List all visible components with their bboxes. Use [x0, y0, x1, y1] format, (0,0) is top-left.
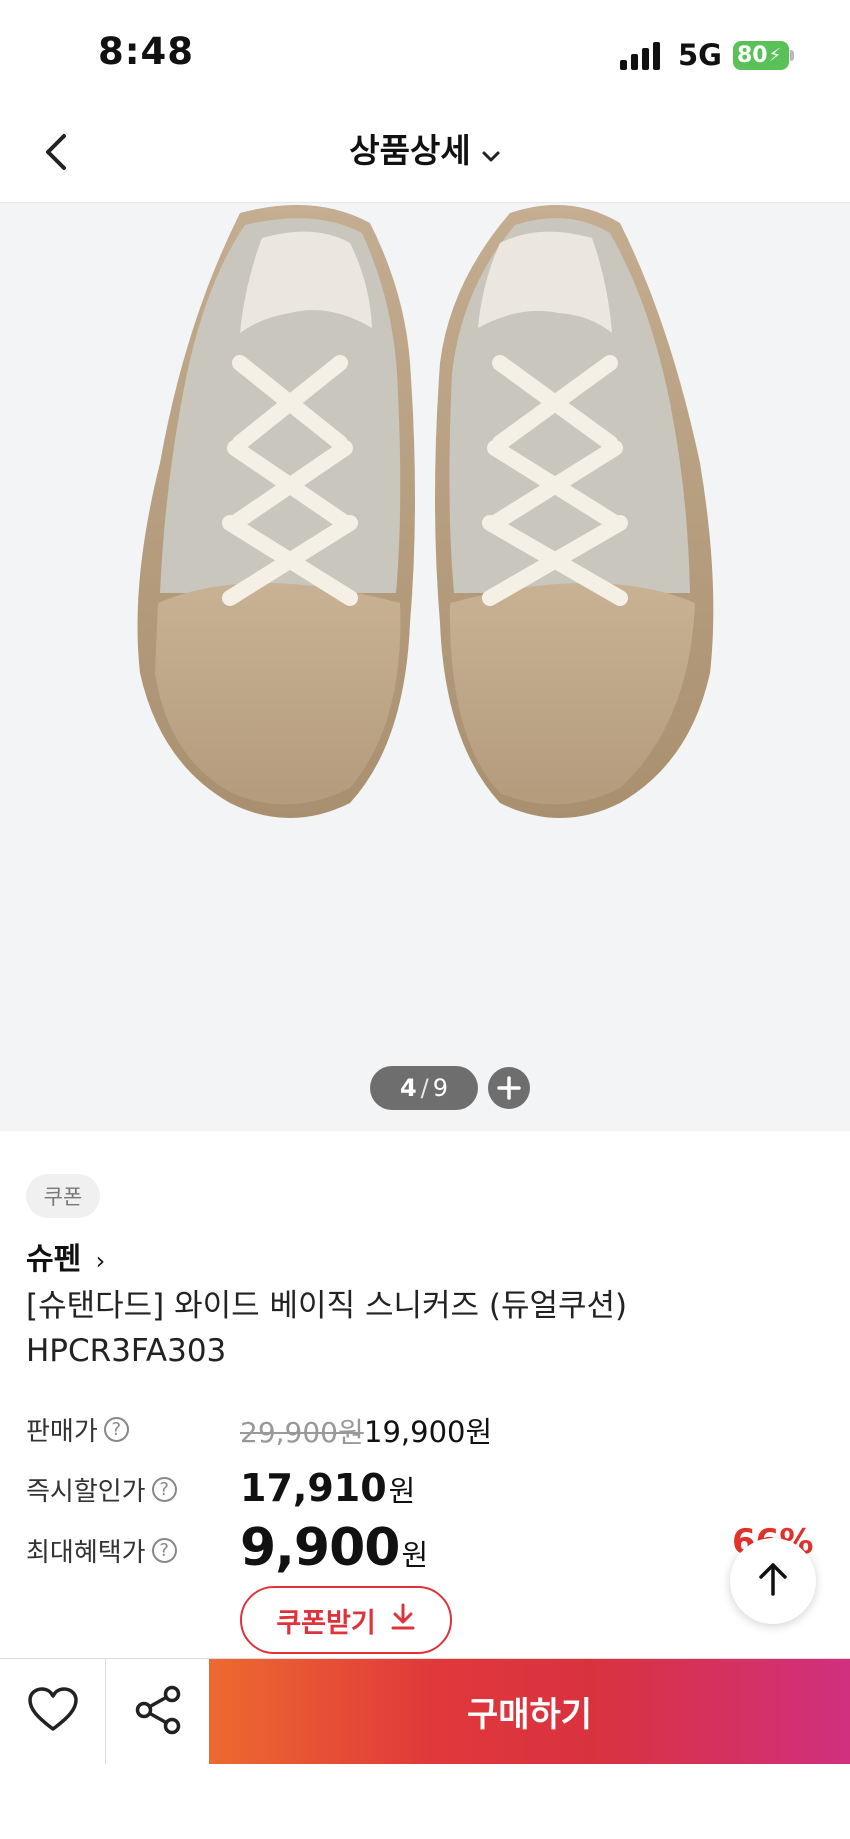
coupon-badge: 쿠폰 — [26, 1174, 100, 1218]
max-benefit-label: 최대혜택가 ? — [26, 1532, 177, 1569]
sale-price: 19,900원 — [364, 1415, 493, 1449]
currency-unit: 원 — [388, 1474, 416, 1508]
arrow-up-icon — [756, 1561, 790, 1601]
status-time: 8:48 — [98, 30, 195, 73]
sale-price-label-text: 판매가 — [26, 1417, 98, 1447]
brand-name: 슈펜 — [26, 1242, 82, 1277]
original-price: 29,900원 — [240, 1416, 364, 1449]
charging-icon: ⚡ — [768, 45, 782, 66]
brand-link[interactable]: 슈펜 › — [26, 1234, 105, 1278]
page-title-dropdown[interactable]: 상품상세 — [0, 124, 850, 172]
help-icon[interactable]: ? — [151, 1538, 177, 1563]
heart-icon — [27, 1686, 79, 1737]
instant-price: 17,910원 — [240, 1466, 415, 1510]
download-icon — [390, 1603, 416, 1638]
battery-indicator: 80 ⚡ — [733, 41, 789, 70]
plus-icon[interactable] — [488, 1067, 530, 1109]
product-name-line: [슈탠다드] 와이드 베이직 스니커즈 (듀얼쿠션) — [26, 1288, 628, 1324]
help-icon[interactable]: ? — [103, 1417, 129, 1442]
page-title: 상품상세 — [349, 131, 471, 170]
network-type: 5G — [678, 38, 722, 72]
coupon-download-button[interactable]: 쿠폰받기 — [240, 1586, 452, 1654]
scroll-top-button[interactable] — [730, 1538, 816, 1624]
product-name: [슈탠다드] 와이드 베이직 스니커즈 (듀얼쿠션) HPCR3FA303 — [26, 1284, 786, 1374]
share-icon — [134, 1685, 182, 1739]
chevron-right-icon: › — [95, 1247, 106, 1275]
wishlist-button[interactable] — [0, 1659, 106, 1764]
sneakers-illustration — [137, 205, 714, 818]
product-code: HPCR3FA303 — [26, 1333, 227, 1369]
currency-unit: 원 — [401, 1538, 428, 1572]
image-counter-total: 9 — [432, 1074, 449, 1102]
instant-price-label: 즉시할인가 ? — [26, 1471, 177, 1508]
instant-price-value: 17,910 — [240, 1466, 387, 1510]
chevron-down-icon — [481, 133, 501, 172]
max-benefit-price-value: 9,900 — [240, 1518, 400, 1578]
help-icon[interactable]: ? — [151, 1477, 177, 1502]
image-counter: 4/9 — [370, 1066, 478, 1110]
sale-price-label: 판매가 ? — [26, 1411, 129, 1448]
signal-icon — [620, 42, 664, 74]
buy-button[interactable]: 구매하기 — [209, 1659, 850, 1764]
instant-price-label-text: 즉시할인가 — [26, 1477, 146, 1507]
product-image[interactable] — [0, 203, 850, 1131]
coupon-download-label: 쿠폰받기 — [276, 1607, 376, 1639]
max-benefit-price: 9,900원 — [240, 1518, 428, 1578]
max-benefit-label-text: 최대혜택가 — [26, 1538, 146, 1568]
battery-level: 80 — [737, 43, 768, 68]
share-button[interactable] — [106, 1659, 210, 1764]
battery-tip — [790, 50, 794, 61]
image-counter-current: 4 — [399, 1074, 417, 1102]
